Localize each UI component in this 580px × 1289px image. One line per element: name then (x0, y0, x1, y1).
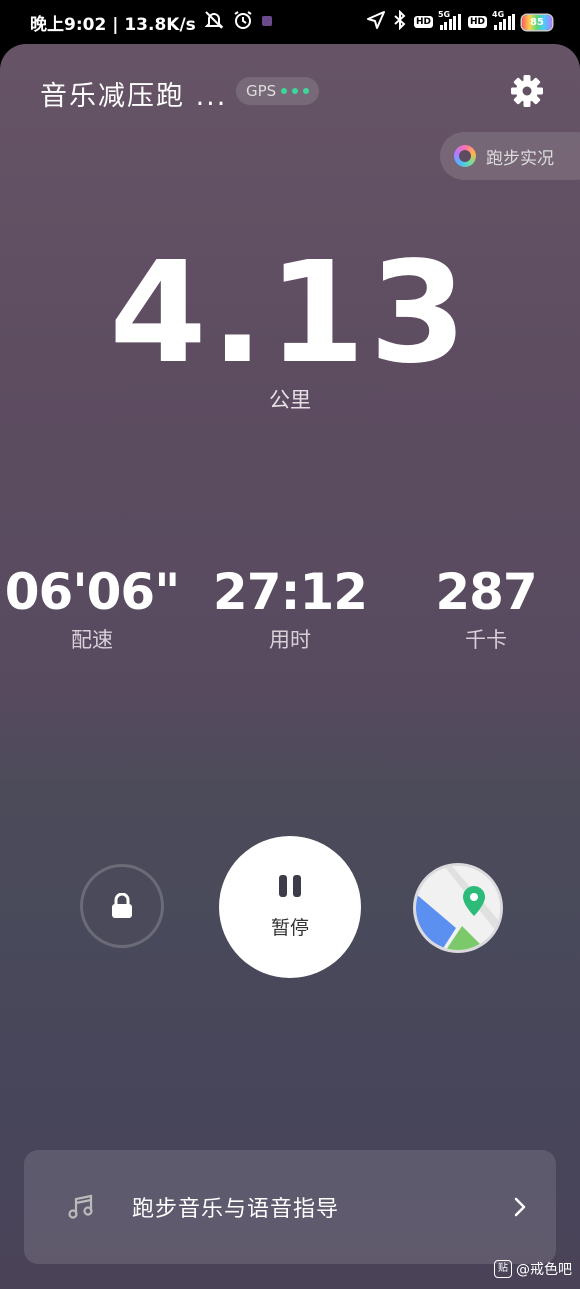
live-ring-icon (454, 145, 476, 167)
tieba-logo-icon: 贴 (494, 1260, 512, 1278)
status-bar-left: 晚上9:02 | 13.8K/s (30, 10, 273, 35)
running-screen: 音乐减压跑 ... GPS 跑步实况 4.13 公里 06'06" 配速 27:… (0, 44, 580, 1289)
alarm-icon (232, 10, 254, 35)
location-arrow-icon (366, 10, 386, 35)
status-bar-right: HD 5G HD 4G 85 (366, 9, 552, 35)
signal-4g-icon: 4G (492, 10, 515, 30)
calories-label: 千卡 (465, 628, 507, 652)
calories-value: 287 (435, 563, 537, 621)
music-note-icon (68, 1194, 93, 1219)
gps-signal-dot (281, 88, 288, 94)
chevron-right-icon (514, 1197, 526, 1217)
gps-signal-dot (292, 88, 299, 94)
hd-badge-2: HD (467, 16, 487, 28)
status-bar: 晚上9:02 | 13.8K/s HD 5G HD 4G 85 (0, 0, 580, 44)
app-notification-icon (261, 12, 273, 32)
distance-value: 4.13 (109, 232, 471, 395)
pace-value: 06'06" (4, 563, 181, 621)
map-button[interactable] (416, 866, 500, 950)
pause-icon (279, 874, 301, 897)
hd-badge: HD (413, 16, 433, 28)
duration-value: 27:12 (212, 563, 368, 621)
pause-label: 暂停 (270, 916, 309, 939)
settings-button[interactable] (508, 72, 546, 110)
status-time-speed: 晚上9:02 | 13.8K/s (30, 14, 196, 35)
gps-signal-dot (303, 88, 310, 94)
network-4g-label: 4G (492, 10, 505, 19)
music-voice-guide-label: 跑步音乐与语音指导 (132, 1197, 340, 1222)
watermark-text: @戒色吧 (516, 1262, 572, 1278)
map-icon (416, 866, 500, 950)
run-title[interactable]: 音乐减压跑 ... (40, 74, 227, 113)
music-voice-guide-row[interactable]: 跑步音乐与语音指导 (24, 1150, 556, 1264)
watermark: 贴 @戒色吧 (494, 1259, 572, 1279)
lock-icon (112, 893, 132, 918)
duration-label: 用时 (269, 628, 311, 652)
pace-label: 配速 (71, 628, 113, 652)
battery-icon: 85 (522, 14, 552, 30)
network-5g-label: 5G (437, 10, 451, 19)
muted-bell-icon (203, 10, 225, 35)
run-live-label: 跑步实况 (486, 148, 554, 169)
lock-screen-button[interactable] (80, 864, 164, 948)
gps-label: GPS (246, 82, 277, 100)
bluetooth-icon (393, 9, 407, 35)
distance-unit: 公里 (269, 388, 311, 412)
stat-pace: 06'06" 配速 (0, 564, 192, 654)
gps-status-badge: GPS (236, 77, 320, 105)
run-live-button[interactable]: 跑步实况 (440, 132, 580, 180)
stat-calories: 287 千卡 (386, 564, 580, 654)
pause-button[interactable]: 暂停 (219, 836, 361, 978)
signal-5g-icon: 5G (438, 10, 461, 30)
stat-duration: 27:12 用时 (190, 564, 390, 654)
gear-icon (511, 75, 543, 107)
